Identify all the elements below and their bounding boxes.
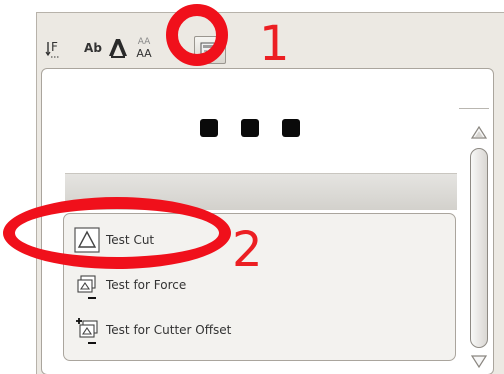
annotation-number-1: 1 <box>259 16 290 72</box>
scroll-down-arrow-icon[interactable] <box>470 352 488 370</box>
annotation-number-2: 2 <box>232 222 263 278</box>
list-item-test-cut[interactable]: Test Cut <box>74 225 154 255</box>
group-header-bar[interactable] <box>65 173 457 210</box>
screenshot-canvas: F Ab AA AA 3 Test Cut Test for Force Tes… <box>0 0 504 374</box>
svg-text:F: F <box>51 40 58 54</box>
list-item-label: Test Cut <box>106 233 155 247</box>
scroll-up-arrow-icon[interactable] <box>470 124 488 142</box>
list-item-test-for-force[interactable]: Test for Force <box>74 270 186 300</box>
scrollbar-thumb[interactable] <box>470 148 488 348</box>
text-size-icon[interactable]: AA AA <box>133 36 155 60</box>
letter-spacing-icon[interactable] <box>107 36 129 60</box>
force-icon <box>74 272 100 299</box>
list-item-label: Test for Cutter Offset <box>106 323 232 337</box>
scrollbar-top-divider <box>459 108 489 109</box>
text-size-bottom: AA <box>136 47 152 60</box>
ellipsis-dot <box>241 119 259 137</box>
ellipsis-dot <box>282 119 300 137</box>
ab-text-label: Ab <box>84 41 102 55</box>
list-item-test-cutter-offset[interactable]: Test for Cutter Offset <box>74 315 231 345</box>
ellipsis-dot <box>200 119 218 137</box>
list-item-label: Test for Force <box>106 278 187 292</box>
triangle-icon <box>74 227 100 253</box>
cutter-settings-icon[interactable] <box>194 36 226 64</box>
number-three-icon[interactable]: 3 <box>169 36 179 60</box>
ab-text-icon[interactable]: Ab <box>81 36 105 60</box>
cutter-offset-icon <box>74 317 100 344</box>
ellipsis-indicator <box>200 116 300 140</box>
number-three-label: 3 <box>169 41 179 55</box>
text-format-icon[interactable]: F <box>45 36 65 60</box>
